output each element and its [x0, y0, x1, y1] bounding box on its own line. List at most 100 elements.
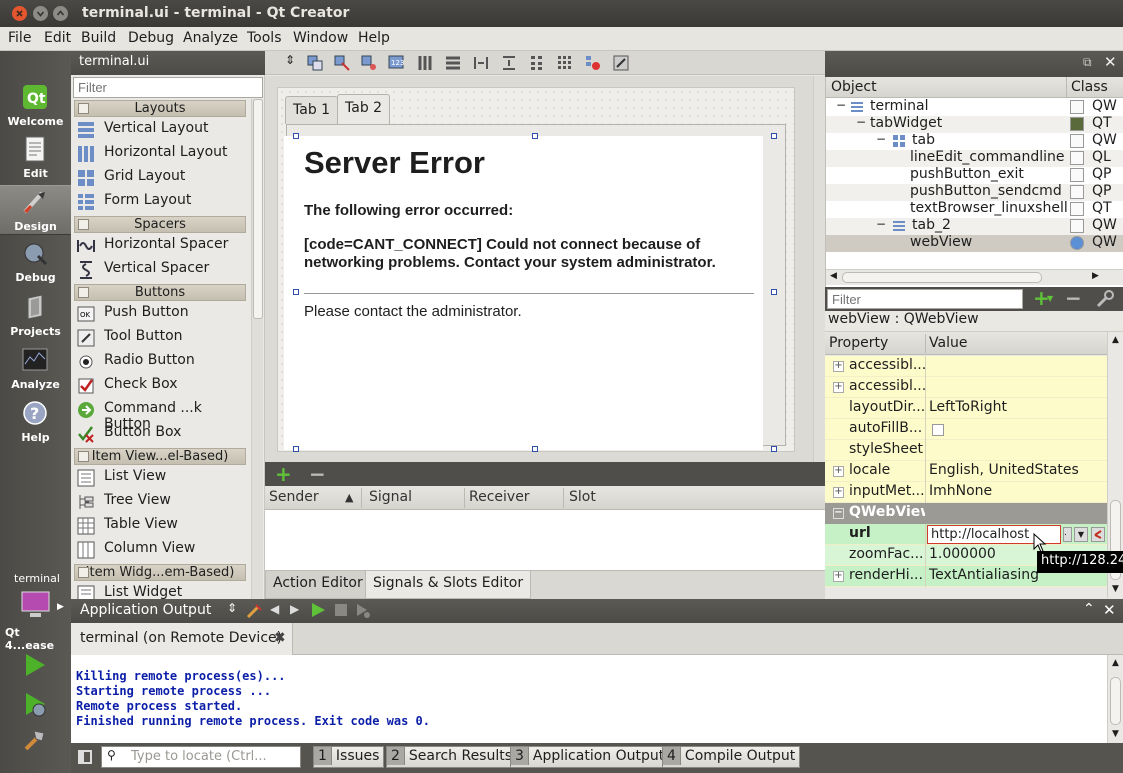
mode-debug[interactable]: Debug: [0, 237, 71, 289]
scroll-down-icon[interactable]: ▼: [1112, 729, 1119, 739]
object-inspector-hscroll[interactable]: ◀ ▶: [826, 269, 1123, 285]
widget-list-widget[interactable]: List Widget: [71, 582, 251, 599]
widget-grid-layout[interactable]: Grid Layout: [71, 166, 251, 190]
application-output-text[interactable]: Killing remote process(es)... Starting r…: [71, 655, 1107, 743]
col-object[interactable]: Object: [831, 79, 877, 95]
resize-handle[interactable]: [532, 446, 538, 452]
url-ellipsis-button[interactable]: .: [1063, 527, 1072, 542]
widget-push-button[interactable]: OK Push Button: [71, 302, 251, 326]
build-hammer-icon[interactable]: [22, 727, 48, 753]
close-pane-icon[interactable]: ✕: [1103, 601, 1116, 619]
locator-input[interactable]: ⚲ Type to locate (Ctrl...: [101, 746, 301, 768]
col-class[interactable]: Class: [1071, 79, 1108, 95]
menu-file[interactable]: File: [8, 30, 31, 46]
break-layout-icon[interactable]: [585, 55, 601, 71]
property-row[interactable]: + accessibl...: [825, 356, 1107, 377]
col-receiver[interactable]: Receiver: [469, 489, 530, 505]
remove-property-icon[interactable]: −: [1065, 287, 1082, 309]
collapse-icon[interactable]: −: [836, 98, 846, 112]
tree-item-terminal[interactable]: − terminal QW: [826, 98, 1123, 116]
mode-edit[interactable]: Edit: [0, 133, 71, 185]
property-row[interactable]: styleSheet: [825, 440, 1107, 461]
expand-icon[interactable]: +: [833, 571, 844, 582]
tree-item-textbrowser-linuxshell[interactable]: textBrowser_linuxshell QT: [826, 200, 1123, 218]
widget-box-scrollbar[interactable]: [251, 99, 263, 599]
widget-vertical-layout[interactable]: Vertical Layout: [71, 118, 251, 142]
resize-handle[interactable]: [293, 133, 299, 139]
tree-item-tab-2[interactable]: − tab_2 QW: [826, 217, 1123, 235]
autofill-checkbox[interactable]: [932, 424, 944, 436]
scroll-up-icon[interactable]: ▲: [1112, 658, 1119, 668]
widget-vertical-spacer[interactable]: Vertical Spacer: [71, 258, 251, 282]
edit-signals-icon[interactable]: [334, 55, 350, 71]
col-value[interactable]: Value: [929, 335, 967, 351]
widget-column-view[interactable]: Column View: [71, 538, 251, 562]
minimize-window-icon[interactable]: [33, 6, 48, 21]
widget-horizontal-layout[interactable]: Horizontal Layout: [71, 142, 251, 166]
output-pane-title[interactable]: Application Output: [80, 602, 211, 618]
widget-filter-input[interactable]: [73, 77, 263, 98]
mode-welcome[interactable]: Qt Welcome: [0, 81, 71, 133]
col-sender[interactable]: Sender: [269, 489, 319, 505]
collapse-icon[interactable]: −: [876, 132, 886, 146]
tree-item-pushbutton-exit[interactable]: pushButton_exit QP: [826, 166, 1123, 184]
property-section-qwebview[interactable]: − QWebView: [825, 503, 1107, 524]
tree-item-lineedit-commandline[interactable]: lineEdit_commandline QL: [826, 149, 1123, 167]
menu-debug[interactable]: Debug: [128, 30, 174, 46]
menu-tools[interactable]: Tools: [247, 30, 282, 46]
collapse-icon[interactable]: −: [876, 217, 886, 231]
layout-grid-icon[interactable]: [557, 55, 573, 71]
widget-tree-view[interactable]: Tree View: [71, 490, 251, 514]
resize-handle[interactable]: [771, 289, 777, 295]
tree-item-tabwidget[interactable]: − tabWidget QT: [826, 115, 1123, 133]
widget-table-view[interactable]: Table View: [71, 514, 251, 538]
layout-horizontally-icon[interactable]: [417, 55, 433, 71]
toolbar-dropdown-arrow-icon[interactable]: ⇕: [285, 53, 295, 67]
pane-issues-button[interactable]: 1 Issues: [313, 746, 385, 768]
scroll-left-icon[interactable]: ◀: [830, 271, 837, 281]
expand-icon[interactable]: +: [833, 361, 844, 372]
resize-handle[interactable]: [293, 446, 299, 452]
reset-property-icon[interactable]: [1091, 527, 1105, 542]
mode-design[interactable]: Design: [0, 185, 71, 235]
category-spacers[interactable]: Spacers: [74, 216, 246, 233]
tree-item-pushbutton-sendcmd[interactable]: pushButton_sendcmd QP: [826, 183, 1123, 201]
rerun-icon[interactable]: [310, 602, 326, 618]
close-panel-icon[interactable]: ✕: [1104, 53, 1117, 71]
expand-icon[interactable]: +: [833, 466, 844, 477]
widget-tool-button[interactable]: Tool Button: [71, 326, 251, 350]
widget-form-layout[interactable]: Form Layout: [71, 190, 251, 214]
category-item-widgets[interactable]: Item Widg...em-Based): [74, 564, 246, 581]
connections-list[interactable]: [265, 510, 825, 570]
layout-splitter-v-icon[interactable]: [501, 55, 517, 71]
property-row[interactable]: + locale English, UnitedStates: [825, 461, 1107, 482]
clear-output-icon[interactable]: [246, 603, 262, 619]
category-buttons[interactable]: Buttons: [74, 284, 246, 301]
output-tab-terminal[interactable]: terminal (on Remote Device) ✖: [71, 623, 293, 655]
collapse-icon[interactable]: −: [833, 508, 844, 519]
property-row[interactable]: autoFillB...: [825, 419, 1107, 440]
property-row[interactable]: + inputMet... ImhNone: [825, 482, 1107, 503]
output-select-arrow-icon[interactable]: ⇕: [227, 601, 237, 615]
target-device-icon[interactable]: [20, 589, 52, 621]
next-item-icon[interactable]: ▶: [290, 602, 299, 616]
tree-item-tab[interactable]: − tab QW: [826, 132, 1123, 150]
maximize-pane-icon[interactable]: ⌃: [1083, 601, 1095, 617]
col-signal[interactable]: Signal: [369, 489, 412, 505]
property-filter-input[interactable]: [827, 289, 1023, 309]
form-scrollbar[interactable]: [813, 76, 825, 462]
pane-compile-output-button[interactable]: 4 Compile Output: [662, 746, 801, 768]
url-dropdown-icon[interactable]: ▼: [1074, 527, 1088, 542]
remove-connection-icon[interactable]: −: [309, 464, 326, 484]
expand-icon[interactable]: +: [833, 487, 844, 498]
mode-projects[interactable]: Projects: [0, 291, 71, 343]
tab-2[interactable]: Tab 2: [337, 94, 391, 125]
target-arrow-icon[interactable]: ▶: [57, 602, 64, 612]
scroll-down-icon[interactable]: ▼: [1112, 584, 1119, 594]
edit-tab-order-icon[interactable]: 123: [388, 55, 404, 71]
widget-check-box[interactable]: Check Box: [71, 374, 251, 398]
collapse-icon[interactable]: −: [856, 115, 866, 129]
add-connection-icon[interactable]: +: [275, 464, 292, 484]
stop-icon[interactable]: [335, 604, 347, 616]
property-row-url[interactable]: url http://localhost . ▼: [825, 524, 1107, 545]
